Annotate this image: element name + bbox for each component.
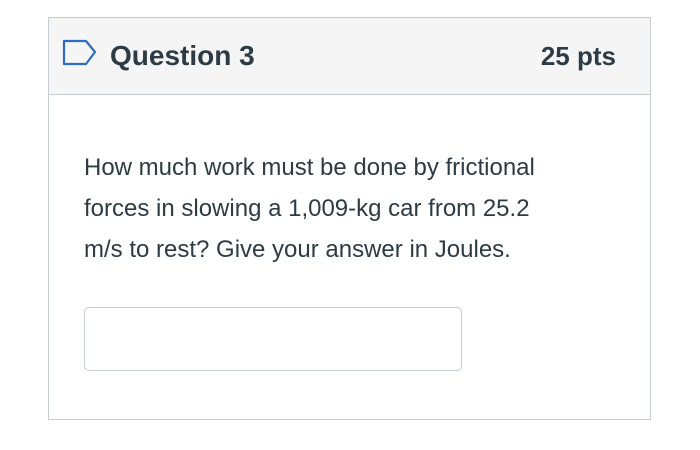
question-points: 25 pts [540, 41, 616, 71]
question-text-line: forces in slowing a 1,009-kg car from 25… [84, 195, 530, 222]
question-card: Question 3 25 pts How much work must be … [48, 17, 651, 420]
question-title: Question 3 [110, 40, 255, 71]
question-text-line: m/s to rest? Give your answer in Joules. [84, 236, 511, 263]
flag-question-icon[interactable] [62, 39, 98, 67]
question-header: Question 3 25 pts [49, 18, 650, 95]
question-text-line: How much work must be done by frictional [84, 154, 535, 181]
answer-input[interactable] [84, 307, 462, 371]
question-text: How much work must be done by frictional… [84, 147, 604, 270]
